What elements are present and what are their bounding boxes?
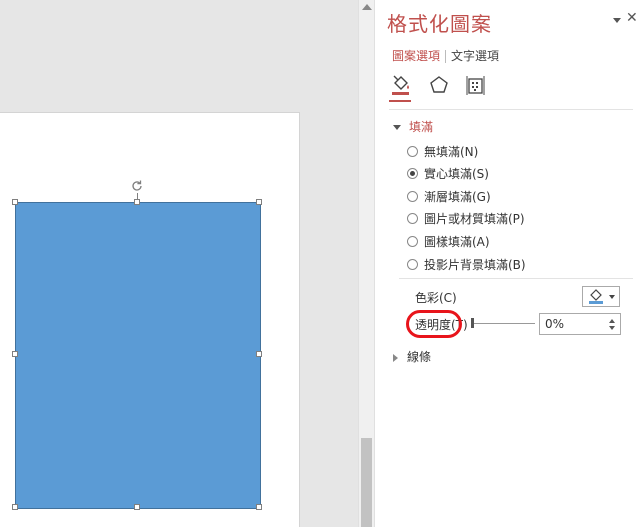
scroll-up-arrow-icon[interactable] [362,4,372,10]
radio-button[interactable] [407,191,418,202]
fill-bucket-icon[interactable] [389,74,415,98]
app-window: 格式化圖案 ✕ 圖案選項 文字選項 填滿 無填滿(N) 實心填滿(S) 漸層填滿… [0,0,640,527]
color-swatch [589,301,603,304]
rotate-handle-icon[interactable] [129,178,145,194]
close-icon[interactable]: ✕ [626,10,638,26]
expand-triangle-icon [393,353,398,362]
radio-button[interactable] [407,236,418,247]
spin-down-icon[interactable] [609,326,615,330]
size-properties-icon[interactable] [463,74,489,98]
highlight-annotation [406,310,462,338]
resize-handle-w[interactable] [12,351,18,357]
transparency-spinner[interactable]: 0% [539,313,621,335]
collapse-triangle-icon [393,125,401,130]
tab-text-options[interactable]: 文字選項 [448,47,502,64]
tab-separator [445,50,447,63]
scroll-thumb[interactable] [361,438,372,527]
radio-background-fill[interactable]: 投影片背景填滿(B) [407,256,526,274]
active-icon-indicator [389,100,411,102]
line-section-label: 線條 [407,350,432,364]
paint-bucket-icon [590,289,602,301]
radio-gradient-fill[interactable]: 漸層填滿(G) [407,188,491,206]
vertical-scrollbar[interactable] [358,0,375,527]
radio-picture-fill[interactable]: 圖片或材質填滿(P) [407,210,525,228]
radio-button[interactable] [407,259,418,270]
radio-solid-fill[interactable]: 實心填滿(S) [407,165,489,183]
pane-tabs: 圖案選項 文字選項 [389,47,502,64]
radio-label: 無填滿(N) [424,145,479,159]
color-label: 色彩(C) [415,291,457,305]
resize-handle-e[interactable] [256,351,262,357]
slide-canvas [0,0,358,527]
resize-handle-nw[interactable] [12,199,18,205]
radio-label: 圖樣填滿(A) [424,235,490,249]
spin-up-icon[interactable] [609,319,615,323]
line-section-header[interactable]: 線條 [393,348,431,365]
dropdown-arrow-icon [609,295,615,299]
radio-label: 實心填滿(S) [424,167,489,181]
rectangle-shape[interactable] [15,202,261,509]
radio-label: 漸層填滿(G) [424,190,491,204]
fill-section-header[interactable]: 填滿 [393,118,433,135]
radio-button-checked[interactable] [407,168,418,179]
transparency-slider-thumb[interactable] [471,318,474,328]
radio-pattern-fill[interactable]: 圖樣填滿(A) [407,233,490,251]
tab-shape-options[interactable]: 圖案選項 [389,47,443,64]
pentagon-effects-icon[interactable] [427,74,453,98]
radio-label: 投影片背景填滿(B) [424,258,526,272]
pane-title: 格式化圖案 [387,12,492,36]
transparency-value[interactable]: 0% [545,317,564,331]
radio-button[interactable] [407,146,418,157]
radio-no-fill[interactable]: 無填滿(N) [407,143,478,161]
format-shape-pane: 格式化圖案 ✕ 圖案選項 文字選項 填滿 無填滿(N) 實心填滿(S) 漸層填滿… [375,0,640,527]
divider [389,109,633,110]
transparency-slider-track[interactable] [473,323,535,324]
resize-handle-s[interactable] [134,504,140,510]
resize-handle-se[interactable] [256,504,262,510]
fill-color-dropdown[interactable] [582,286,620,307]
chevron-down-icon[interactable] [613,18,621,23]
radio-label: 圖片或材質填滿(P) [424,212,525,226]
resize-handle-sw[interactable] [12,504,18,510]
resize-handle-n[interactable] [134,199,140,205]
resize-handle-ne[interactable] [256,199,262,205]
fill-section-label: 填滿 [409,120,434,134]
radio-button[interactable] [407,213,418,224]
divider [399,278,633,279]
